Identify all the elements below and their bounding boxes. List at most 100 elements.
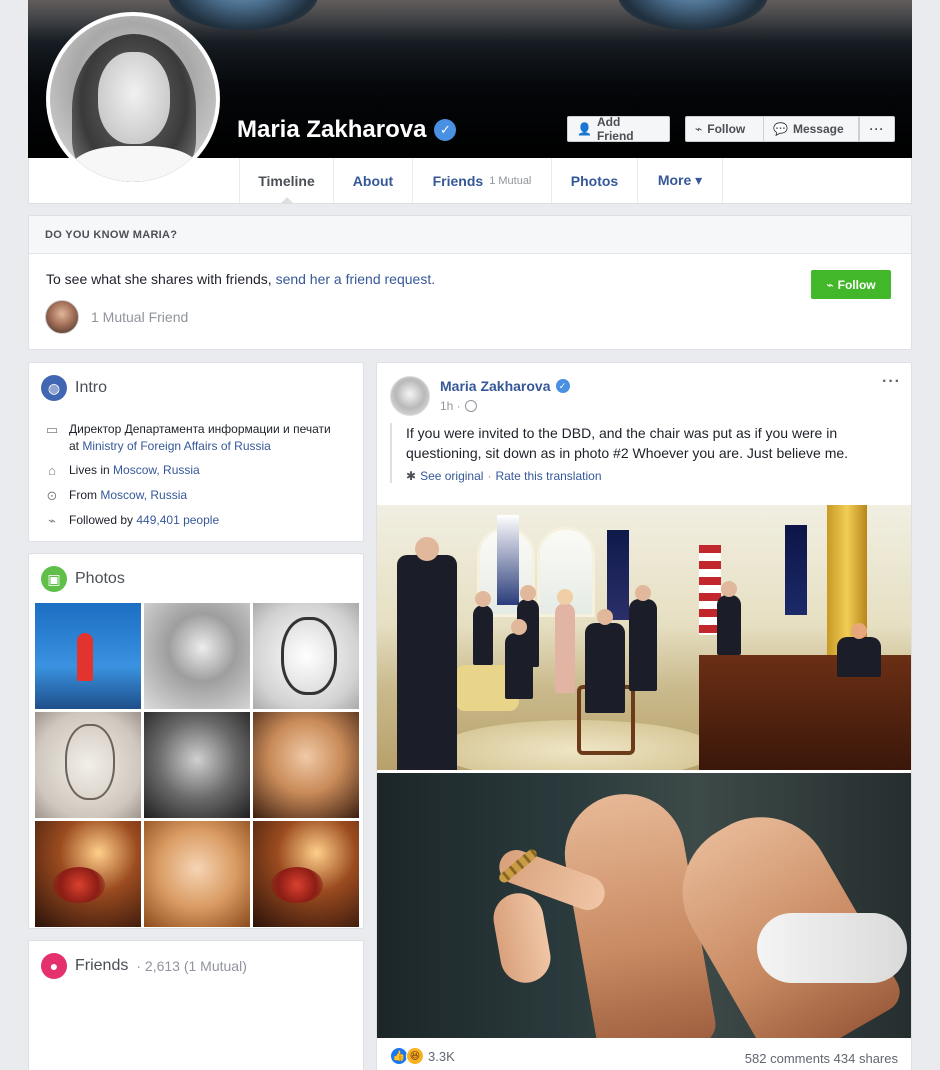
- do-you-know-box: DO YOU KNOW MARIA? To see what she share…: [28, 215, 912, 350]
- tab-photos[interactable]: Photos: [551, 158, 637, 203]
- profile-name-row: Maria Zakharova ✓: [237, 116, 457, 144]
- intro-lives: ⌂ Lives in Moscow, Russia: [43, 462, 200, 479]
- photo-thumbnail[interactable]: [253, 712, 359, 818]
- photo-thumbnail[interactable]: [253, 603, 359, 709]
- person-figure: [473, 591, 493, 665]
- tab-label: Photos: [570, 172, 619, 189]
- friends-count: · 2,613 (1 Mutual): [136, 958, 247, 974]
- comments-shares-count[interactable]: 582 comments 434 shares: [745, 1051, 898, 1066]
- reaction-count[interactable]: 3.3K: [428, 1049, 455, 1064]
- friends-title[interactable]: Friends: [75, 957, 128, 975]
- from-location-link[interactable]: Moscow, Russia: [100, 488, 187, 502]
- post-options-button[interactable]: ···: [882, 373, 901, 391]
- rate-translation-link[interactable]: Rate this translation: [495, 469, 601, 483]
- photo-thumbnail[interactable]: [35, 821, 141, 927]
- friends-card: ● Friends · 2,613 (1 Mutual): [28, 940, 364, 1070]
- add-friend-icon: 👤: [577, 122, 592, 136]
- photo-thumbnail[interactable]: [144, 821, 250, 927]
- person-figure: [397, 537, 457, 770]
- photo-thumbnail[interactable]: [35, 603, 141, 709]
- person-head: [557, 589, 573, 605]
- mutual-friend-label[interactable]: 1 Mutual Friend: [91, 309, 188, 325]
- person-head: [475, 591, 491, 607]
- photo-thumbnail[interactable]: [35, 712, 141, 818]
- post-photo-1[interactable]: [377, 505, 911, 770]
- tab-label: Friends: [432, 172, 484, 189]
- tab-more[interactable]: More ▾: [637, 158, 722, 203]
- public-globe-icon: [464, 400, 477, 412]
- photo-grid: [35, 603, 361, 927]
- fingers-shape: [489, 889, 555, 987]
- friend-request-link[interactable]: send her a friend request.: [276, 271, 436, 287]
- profile-picture[interactable]: [46, 12, 220, 186]
- person-figure: [555, 589, 575, 693]
- flag-decor: [497, 515, 519, 605]
- tab-friends[interactable]: Friends 1 Mutual: [412, 158, 551, 203]
- post-timestamp-row: 1h ·: [440, 399, 477, 413]
- add-friend-button[interactable]: 👤 Add Friend: [567, 115, 670, 143]
- intro-job: ▭ Директор Департамента информации и печ…: [43, 421, 343, 455]
- tab-sublabel: 1 Mutual: [489, 174, 532, 187]
- nav-divider: [722, 158, 723, 203]
- see-original-link[interactable]: See original: [420, 469, 483, 483]
- post-timestamp[interactable]: 1h ·: [440, 399, 461, 413]
- translation-links: ✱ See original · Rate this translation: [406, 469, 900, 483]
- do-you-know-message: To see what she shares with friends,: [46, 271, 276, 287]
- person-head: [415, 537, 439, 561]
- green-follow-button[interactable]: ⌁ Follow: [811, 270, 891, 299]
- add-friend-label: Add Friend: [596, 115, 634, 143]
- intro-from-text: From Moscow, Russia: [69, 487, 187, 504]
- profile-picture-shirt: [70, 146, 200, 182]
- green-follow-label: Follow: [837, 277, 876, 292]
- intro-job-text: Директор Департамента информации и печат…: [69, 421, 343, 455]
- person-figure: [629, 585, 657, 691]
- intro-from: ⊙ From Moscow, Russia: [43, 487, 188, 504]
- person-head: [520, 585, 536, 601]
- intro-card: ◍ Intro ▭ Директор Департамента информац…: [28, 362, 364, 542]
- photo-thumbnail[interactable]: [144, 603, 250, 709]
- tab-timeline[interactable]: Timeline: [239, 158, 333, 204]
- do-you-know-heading: DO YOU KNOW MARIA?: [29, 216, 911, 254]
- follow-button[interactable]: ⌁ Follow: [685, 116, 763, 142]
- person-head: [635, 585, 651, 601]
- verified-badge-icon: ✓: [434, 119, 457, 141]
- intro-title: Intro: [75, 379, 108, 396]
- translation-separator: ·: [487, 469, 492, 483]
- rss-icon: ⌁: [695, 122, 703, 136]
- person-figure: [837, 623, 881, 677]
- photos-title[interactable]: Photos: [75, 570, 125, 588]
- photo-thumbnail[interactable]: [144, 712, 250, 818]
- intro-followed-label: Followed by: [69, 513, 137, 527]
- home-icon: ⌂: [48, 463, 56, 478]
- location-pin-icon: ⊙: [46, 488, 58, 503]
- post-author-avatar[interactable]: [390, 376, 430, 416]
- tab-about[interactable]: About: [333, 158, 412, 203]
- photos-title-row[interactable]: ▣ Photos: [41, 566, 125, 592]
- rss-icon: ⌁: [48, 513, 56, 528]
- haha-reaction-icon: 😆: [406, 1047, 424, 1065]
- lives-location-link[interactable]: Moscow, Russia: [113, 463, 200, 477]
- more-options-button[interactable]: ···: [859, 116, 895, 142]
- photo-thumbnail[interactable]: [253, 821, 359, 927]
- photos-card: ▣ Photos: [28, 553, 364, 929]
- flag-decor: [785, 525, 807, 615]
- followers-link[interactable]: 449,401 people: [136, 513, 219, 527]
- mutual-friend-avatar[interactable]: [45, 300, 79, 334]
- mutual-friend-row[interactable]: 1 Mutual Friend: [45, 300, 188, 334]
- friends-title-row[interactable]: ● Friends · 2,613 (1 Mutual): [41, 953, 247, 979]
- person-figure: [717, 581, 741, 655]
- profile-name[interactable]: Maria Zakharova: [237, 116, 426, 144]
- intro-lives-label: Lives in: [69, 463, 114, 477]
- person-head: [511, 619, 527, 635]
- tab-label: More ▾: [657, 172, 703, 188]
- post-photo-2[interactable]: [377, 773, 911, 1038]
- briefcase-icon: ▭: [45, 422, 59, 437]
- shoe-shape: [757, 913, 907, 983]
- reaction-summary[interactable]: 👍 😆 3.3K: [390, 1047, 455, 1065]
- timeline-post: Maria Zakharova ✓ 1h · ··· If you were i…: [376, 362, 912, 1070]
- post-author-name[interactable]: Maria Zakharova: [440, 378, 551, 394]
- rss-icon: ⌁: [826, 277, 834, 292]
- post-author-row: Maria Zakharova ✓: [440, 378, 570, 394]
- ministry-link[interactable]: Ministry of Foreign Affairs of Russia: [82, 439, 271, 453]
- message-button[interactable]: 💬 Message: [763, 116, 859, 142]
